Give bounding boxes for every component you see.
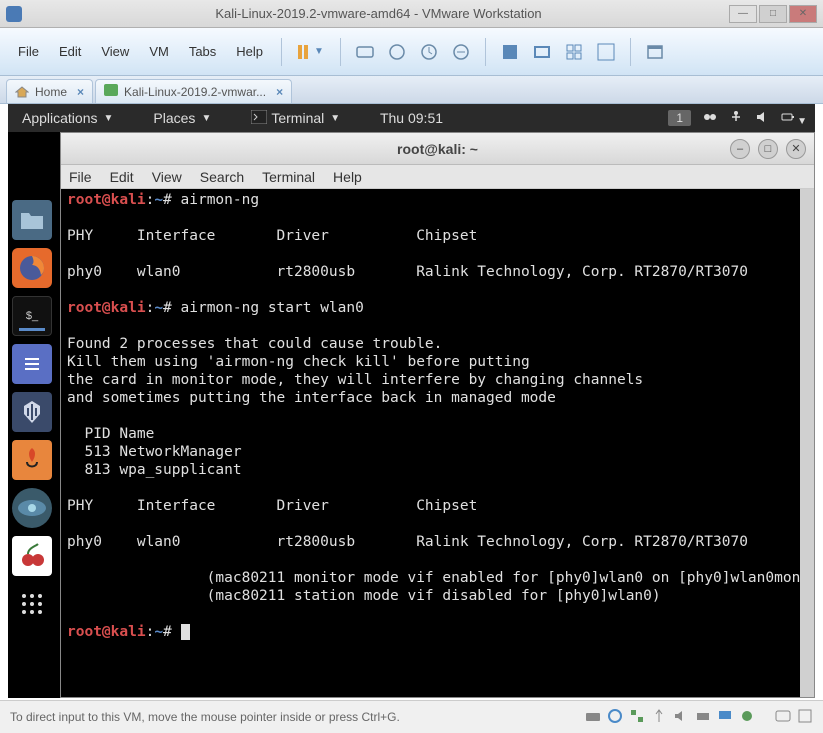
menu-edit[interactable]: Edit: [51, 40, 89, 63]
vmware-icon: [6, 6, 22, 22]
vmware-statusbar: To direct input to this VM, move the mou…: [0, 700, 823, 733]
term-menu-terminal[interactable]: Terminal: [262, 169, 315, 185]
record-icon[interactable]: [703, 110, 717, 127]
menu-tabs[interactable]: Tabs: [181, 40, 224, 63]
menu-vm[interactable]: VM: [141, 40, 177, 63]
message-icon[interactable]: [775, 708, 791, 727]
tab-kali[interactable]: Kali-Linux-2019.2-vmwar... ×: [95, 79, 292, 103]
chevron-down-icon: ▼: [314, 46, 324, 57]
console-view-button[interactable]: [560, 38, 588, 66]
vm-screen[interactable]: Applications▼ Places▼ Terminal▼ Thu 09:5…: [8, 104, 815, 698]
vmware-titlebar: Kali-Linux-2019.2-vmware-amd64 - VMware …: [0, 0, 823, 28]
dock-firefox[interactable]: [12, 248, 52, 288]
stretch-button[interactable]: [592, 38, 620, 66]
close-button[interactable]: ✕: [789, 5, 817, 23]
tab-home[interactable]: Home ×: [6, 79, 93, 103]
status-message: To direct input to this VM, move the mou…: [10, 710, 400, 724]
terminal-minimize-button[interactable]: –: [730, 139, 750, 159]
close-icon[interactable]: ×: [276, 85, 283, 99]
usb-icon[interactable]: [651, 708, 667, 727]
minimize-button[interactable]: —: [729, 5, 757, 23]
fullscreen-icon[interactable]: [797, 708, 813, 727]
tab-kali-label: Kali-Linux-2019.2-vmwar...: [124, 85, 266, 99]
places-menu[interactable]: Places▼: [149, 108, 215, 128]
kali-dock: $_: [12, 200, 56, 624]
term-menu-view[interactable]: View: [152, 169, 182, 185]
display-icon[interactable]: [717, 708, 733, 727]
clock[interactable]: Thu 09:51: [380, 110, 443, 126]
fullscreen-button[interactable]: [496, 38, 524, 66]
home-icon: [15, 86, 29, 98]
cd-icon[interactable]: [607, 708, 623, 727]
dock-armitage[interactable]: [12, 440, 52, 480]
pause-vm-button[interactable]: ▼: [292, 43, 330, 61]
term-menu-help[interactable]: Help: [333, 169, 362, 185]
volume-icon[interactable]: [755, 110, 769, 127]
menu-help[interactable]: Help: [228, 40, 271, 63]
dock-show-apps[interactable]: [12, 584, 52, 624]
terminal-scrollbar[interactable]: [800, 189, 814, 697]
vmware-window-title: Kali-Linux-2019.2-vmware-amd64 - VMware …: [28, 6, 729, 21]
menu-view[interactable]: View: [93, 40, 137, 63]
snapshot-button[interactable]: [383, 38, 411, 66]
terminal-close-button[interactable]: ✕: [786, 139, 806, 159]
term-menu-file[interactable]: File: [69, 169, 92, 185]
term-menu-edit[interactable]: Edit: [110, 169, 134, 185]
terminal-menubar: File Edit View Search Terminal Help: [61, 165, 814, 189]
kali-topbar: Applications▼ Places▼ Terminal▼ Thu 09:5…: [8, 104, 815, 132]
dock-text-editor[interactable]: [12, 344, 52, 384]
terminal-icon: [251, 110, 267, 127]
unity-button[interactable]: [528, 38, 556, 66]
printer-icon[interactable]: [695, 708, 711, 727]
terminal-menu[interactable]: Terminal▼: [247, 108, 344, 129]
device-icon[interactable]: [739, 708, 755, 727]
dock-cherrytree[interactable]: [12, 536, 52, 576]
vm-running-icon: [104, 84, 118, 99]
hdd-icon[interactable]: [585, 708, 601, 727]
terminal-window: root@kali: ~ – □ ✕ File Edit View Search…: [60, 132, 815, 698]
vmware-tabs: Home × Kali-Linux-2019.2-vmwar... ×: [0, 76, 823, 104]
send-keys-button[interactable]: [351, 38, 379, 66]
vmware-menubar: File Edit View VM Tabs Help ▼: [0, 28, 823, 76]
dock-files[interactable]: [12, 200, 52, 240]
menu-file[interactable]: File: [10, 40, 47, 63]
workspace-indicator[interactable]: 1: [668, 110, 691, 126]
maximize-button[interactable]: □: [759, 5, 787, 23]
tab-home-label: Home: [35, 85, 67, 99]
terminal-maximize-button[interactable]: □: [758, 139, 778, 159]
terminal-body[interactable]: root@kali:~# airmon-ng PHY Interface Dri…: [61, 189, 814, 697]
accessibility-icon[interactable]: [729, 110, 743, 127]
sound-icon[interactable]: [673, 708, 689, 727]
term-menu-search[interactable]: Search: [200, 169, 244, 185]
dock-terminal[interactable]: $_: [12, 296, 52, 336]
revert-button[interactable]: [447, 38, 475, 66]
terminal-title: root@kali: ~: [397, 141, 478, 157]
terminal-titlebar[interactable]: root@kali: ~ – □ ✕: [61, 133, 814, 165]
library-button[interactable]: [641, 38, 669, 66]
close-icon[interactable]: ×: [77, 85, 84, 99]
dock-maltego[interactable]: [12, 488, 52, 528]
network-icon[interactable]: [629, 708, 645, 727]
dock-metasploit[interactable]: [12, 392, 52, 432]
applications-menu[interactable]: Applications▼: [18, 108, 117, 128]
snapshot-manager-button[interactable]: [415, 38, 443, 66]
cursor: [181, 624, 190, 640]
power-icon[interactable]: ▼: [781, 110, 807, 127]
